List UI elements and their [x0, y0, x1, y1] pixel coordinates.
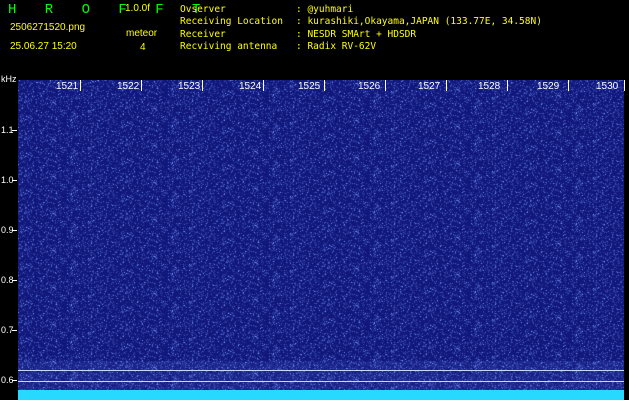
info-value: : NESDR SMArt + HDSDR — [296, 28, 417, 40]
x-tick — [141, 80, 142, 91]
x-tick-label: 1526 — [358, 81, 381, 92]
info-key: Recviving antenna — [180, 40, 278, 52]
y-tick — [12, 330, 17, 331]
image-filename: 2506271520.png — [10, 22, 86, 33]
capture-datetime: 25.06.27 15:20 — [10, 41, 77, 52]
spectrogram-canvas — [18, 80, 624, 400]
reference-line — [18, 381, 624, 382]
y-tick — [12, 280, 17, 281]
time-ruler — [18, 80, 624, 90]
signal-band — [18, 390, 624, 400]
x-tick — [446, 80, 447, 91]
reference-line — [18, 370, 624, 371]
x-tick — [80, 80, 81, 91]
x-tick — [263, 80, 264, 91]
y-tick — [12, 230, 17, 231]
info-key: Receiver — [180, 28, 226, 40]
x-tick-label: 1524 — [239, 81, 262, 92]
y-axis-unit: kHz — [1, 74, 17, 84]
x-tick — [385, 80, 386, 91]
x-tick-label: 1522 — [117, 81, 140, 92]
x-tick-label: 1527 — [418, 81, 441, 92]
info-value: : Radix RV-62V — [296, 40, 377, 52]
info-key: Receiving Location — [180, 16, 283, 28]
info-row-antenna: Recviving antenna : Radix RV-62V — [180, 41, 542, 53]
spectrogram-plot — [18, 80, 624, 400]
x-tick — [507, 80, 508, 91]
info-row-observer: Ovserver : @yuhmari — [180, 4, 542, 16]
info-value: : kurashiki,Okayama,JAPAN (133.77E, 34.5… — [296, 16, 542, 28]
y-tick — [12, 380, 17, 381]
x-tick-label: 1521 — [56, 81, 79, 92]
info-row-receiver: Receiver : NESDR SMArt + HDSDR — [180, 29, 542, 41]
x-tick — [324, 80, 325, 91]
header-panel: H R O F F T 1.0.0f 2506271520.png meteor… — [0, 0, 629, 80]
x-tick-label: 1530 — [596, 81, 619, 92]
info-row-location: Receiving Location : kurashiki,Okayama,JA… — [180, 16, 542, 28]
info-value: : @yuhmari — [296, 4, 354, 15]
x-tick-label: 1523 — [178, 81, 201, 92]
x-tick — [202, 80, 203, 91]
meteor-count: 4 — [140, 42, 146, 53]
x-tick-label: 1529 — [537, 81, 560, 92]
mode-label: meteor — [126, 28, 158, 39]
x-tick-label: 1525 — [298, 81, 321, 92]
info-key: Ovserver — [180, 4, 226, 15]
x-tick — [624, 80, 625, 91]
app-version: 1.0.0f — [125, 3, 151, 14]
y-tick — [12, 130, 17, 131]
y-tick — [12, 180, 17, 181]
station-info: Ovserver : @yuhmari Receiving Location : k… — [180, 4, 542, 53]
x-tick — [568, 80, 569, 91]
x-tick-label: 1528 — [478, 81, 501, 92]
